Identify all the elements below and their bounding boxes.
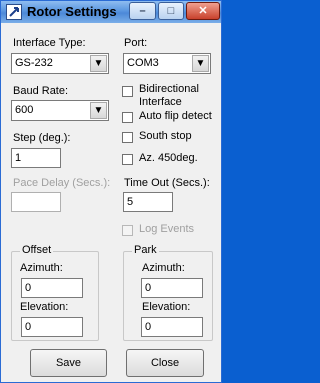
- bidirectional-checkbox[interactable]: [122, 86, 133, 97]
- az-450-checkbox[interactable]: [122, 154, 133, 165]
- pace-delay-label: Pace Delay (Secs.):: [13, 177, 111, 189]
- park-legend: Park: [132, 244, 159, 256]
- offset-elevation-input[interactable]: 0: [21, 317, 83, 337]
- park-azimuth-input[interactable]: 0: [141, 278, 203, 298]
- save-button[interactable]: Save: [30, 349, 107, 377]
- close-button[interactable]: Close: [126, 349, 204, 377]
- time-out-input[interactable]: 5: [123, 192, 173, 212]
- auto-flip-label: Auto flip detect: [139, 110, 212, 122]
- time-out-label: Time Out (Secs.):: [124, 177, 210, 189]
- port-label: Port:: [124, 37, 148, 49]
- minimize-button[interactable]: –: [129, 2, 156, 20]
- title-bar[interactable]: Rotor Settings – □ ✕: [1, 1, 221, 23]
- offset-legend: Offset: [20, 244, 54, 256]
- baud-rate-label: Baud Rate:: [13, 85, 69, 97]
- south-stop-checkbox[interactable]: [122, 132, 133, 143]
- chevron-down-icon[interactable]: ▼: [192, 55, 209, 72]
- step-input[interactable]: 1: [11, 148, 61, 168]
- window-title: Rotor Settings: [27, 4, 117, 19]
- offset-group: Offset Azimuth: 0 Elevation: 0: [11, 244, 99, 341]
- close-window-button[interactable]: ✕: [186, 2, 220, 20]
- offset-azimuth-input[interactable]: 0: [21, 278, 83, 298]
- log-events-checkbox[interactable]: [122, 225, 133, 236]
- rotor-settings-window: Rotor Settings – □ ✕ Interface Type: GS-…: [0, 0, 222, 383]
- step-label: Step (deg.):: [13, 132, 71, 144]
- auto-flip-checkbox[interactable]: [122, 112, 133, 123]
- park-azimuth-label: Azimuth:: [142, 262, 185, 274]
- bidirectional-label-line2: Interface: [139, 96, 182, 108]
- interface-type-select[interactable]: GS-232 ▼: [11, 53, 109, 74]
- baud-rate-value: 600: [15, 104, 34, 116]
- bidirectional-label-line1: Bidirectional: [139, 83, 199, 95]
- offset-azimuth-label: Azimuth:: [20, 262, 63, 274]
- port-value: COM3: [127, 57, 159, 69]
- chevron-down-icon[interactable]: ▼: [90, 102, 107, 119]
- park-elevation-input[interactable]: 0: [141, 317, 203, 337]
- park-group: Park Azimuth: 0 Elevation: 0: [123, 244, 213, 341]
- app-icon: [6, 4, 22, 20]
- log-events-label: Log Events: [139, 223, 195, 235]
- pace-delay-input[interactable]: [11, 192, 61, 212]
- port-select[interactable]: COM3 ▼: [123, 53, 211, 74]
- maximize-button[interactable]: □: [158, 2, 184, 20]
- az-450-label: Az. 450deg.: [139, 152, 198, 164]
- offset-elevation-label: Elevation:: [20, 301, 69, 313]
- interface-type-label: Interface Type:: [13, 37, 86, 49]
- interface-type-value: GS-232: [15, 57, 53, 69]
- park-elevation-label: Elevation:: [142, 301, 191, 313]
- baud-rate-select[interactable]: 600 ▼: [11, 100, 109, 121]
- chevron-down-icon[interactable]: ▼: [90, 55, 107, 72]
- south-stop-label: South stop: [139, 130, 192, 142]
